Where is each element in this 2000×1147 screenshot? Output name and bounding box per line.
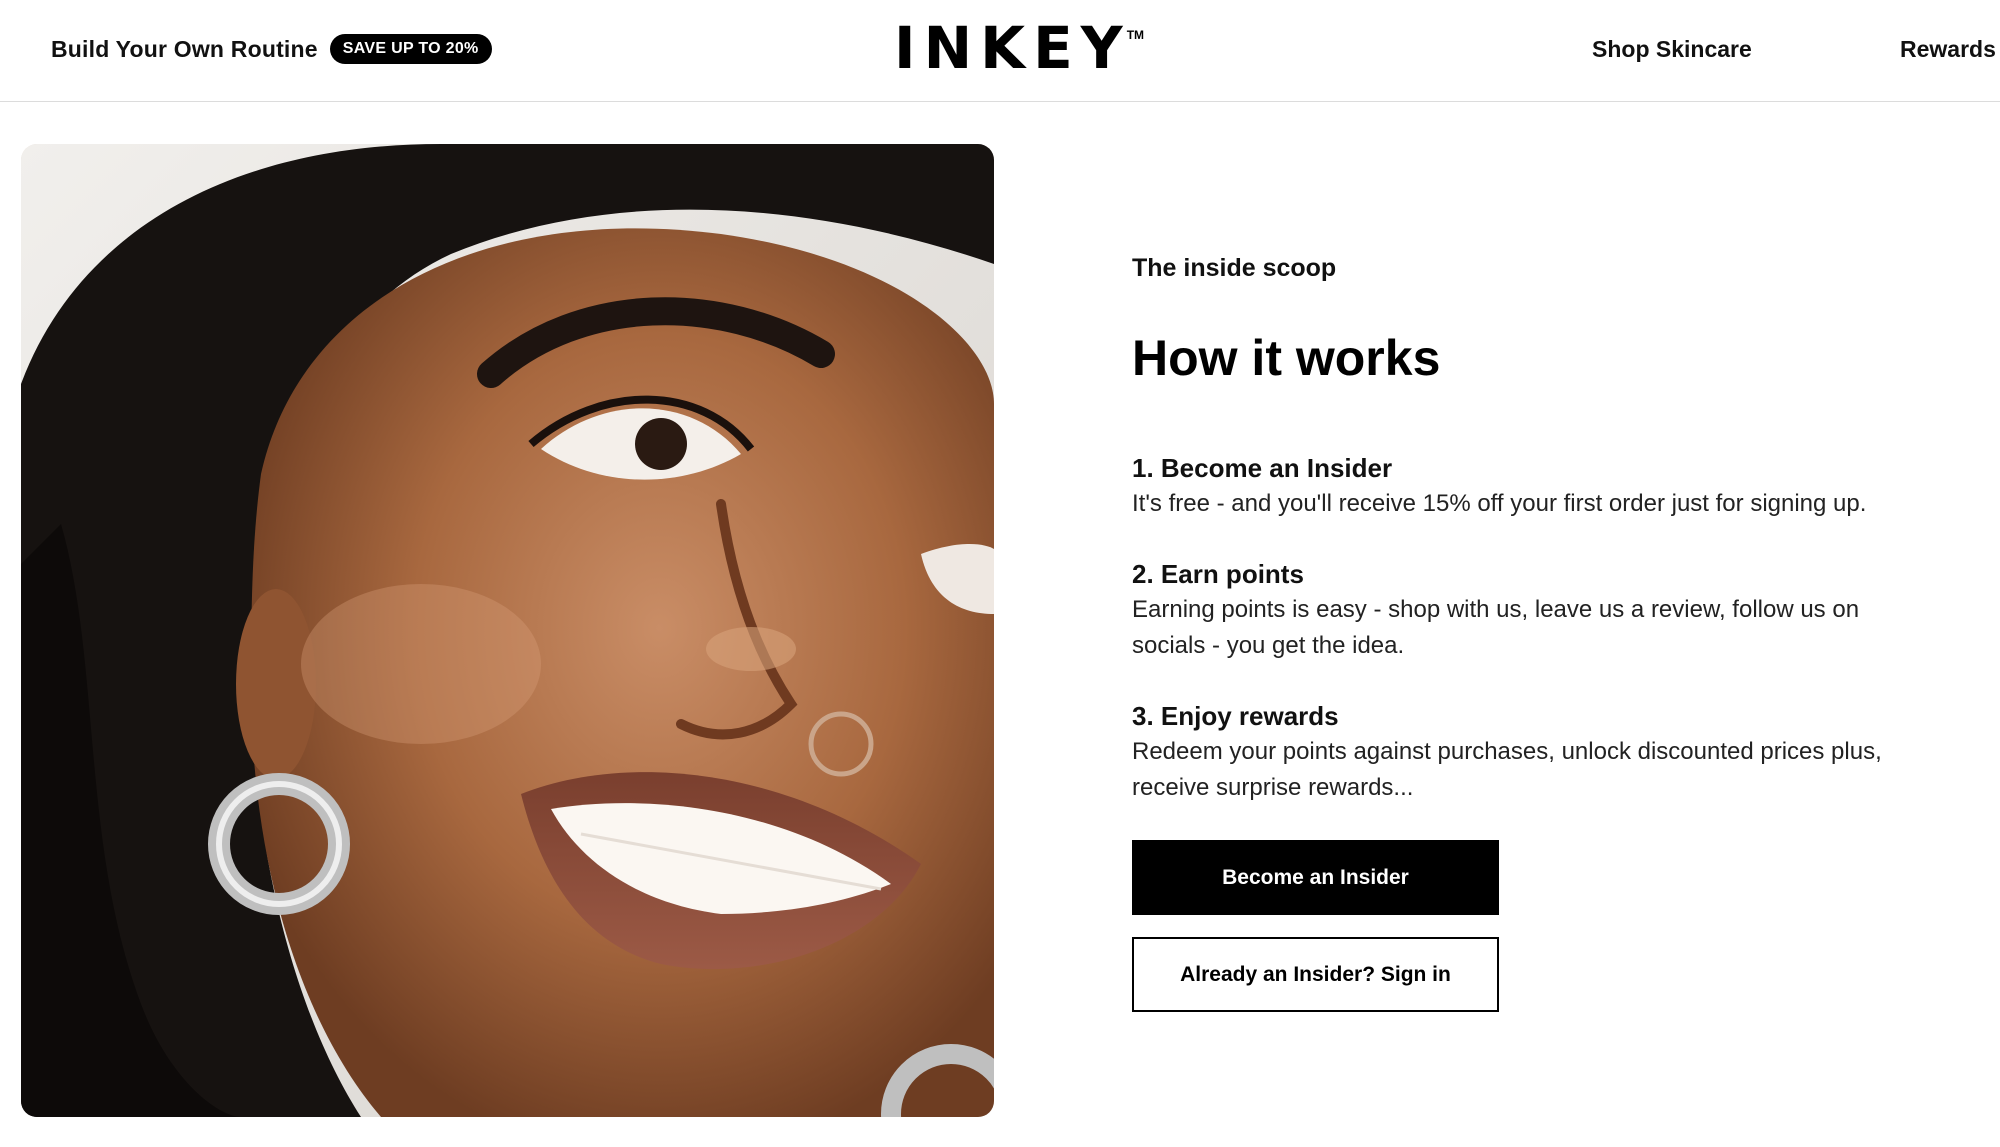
step-title: 1. Become an Insider [1132, 453, 1393, 483]
build-routine-link[interactable]: Build Your Own Routine [51, 36, 318, 63]
section-eyebrow: The inside scoop [1132, 254, 1337, 282]
how-it-works-section: The inside scoop How it works 1. Become … [1132, 250, 1912, 1012]
hero-portrait-image [21, 144, 994, 1117]
step-title: 2. Earn points [1132, 559, 1304, 589]
step-description: It's free - and you'll receive 15% off y… [1132, 490, 1867, 517]
sign-in-button[interactable]: Already an Insider? Sign in [1132, 937, 1499, 1012]
become-insider-button[interactable]: Become an Insider [1132, 840, 1499, 915]
step-item: 1. Become an Insider It's free - and you… [1132, 450, 1912, 522]
nav-shop-skincare[interactable]: Shop Skincare [1592, 33, 1752, 65]
logo-trademark: TM [1126, 28, 1145, 42]
site-header: Build Your Own Routine SAVE UP TO 20% IN… [0, 0, 2000, 102]
portrait-illustration [21, 144, 994, 1117]
save-badge: SAVE UP TO 20% [329, 34, 492, 64]
steps-list: 1. Become an Insider It's free - and you… [1132, 450, 1912, 806]
brand-logo[interactable]: INKEY TM [894, 14, 1145, 82]
step-item: 3. Enjoy rewards Redeem your points agai… [1132, 698, 1912, 806]
page-title: How it works [1132, 330, 1441, 386]
step-item: 2. Earn points Earning points is easy - … [1132, 556, 1912, 664]
step-title: 3. Enjoy rewards [1132, 701, 1339, 731]
step-description: Earning points is easy - shop with us, l… [1132, 596, 1860, 659]
step-description: Redeem your points against purchases, un… [1132, 738, 1882, 801]
routine-promo[interactable]: Build Your Own Routine SAVE UP TO 20% [51, 33, 492, 65]
logo-wordmark: INKEY [894, 14, 1131, 82]
nav-rewards[interactable]: Rewards [1900, 33, 1996, 65]
